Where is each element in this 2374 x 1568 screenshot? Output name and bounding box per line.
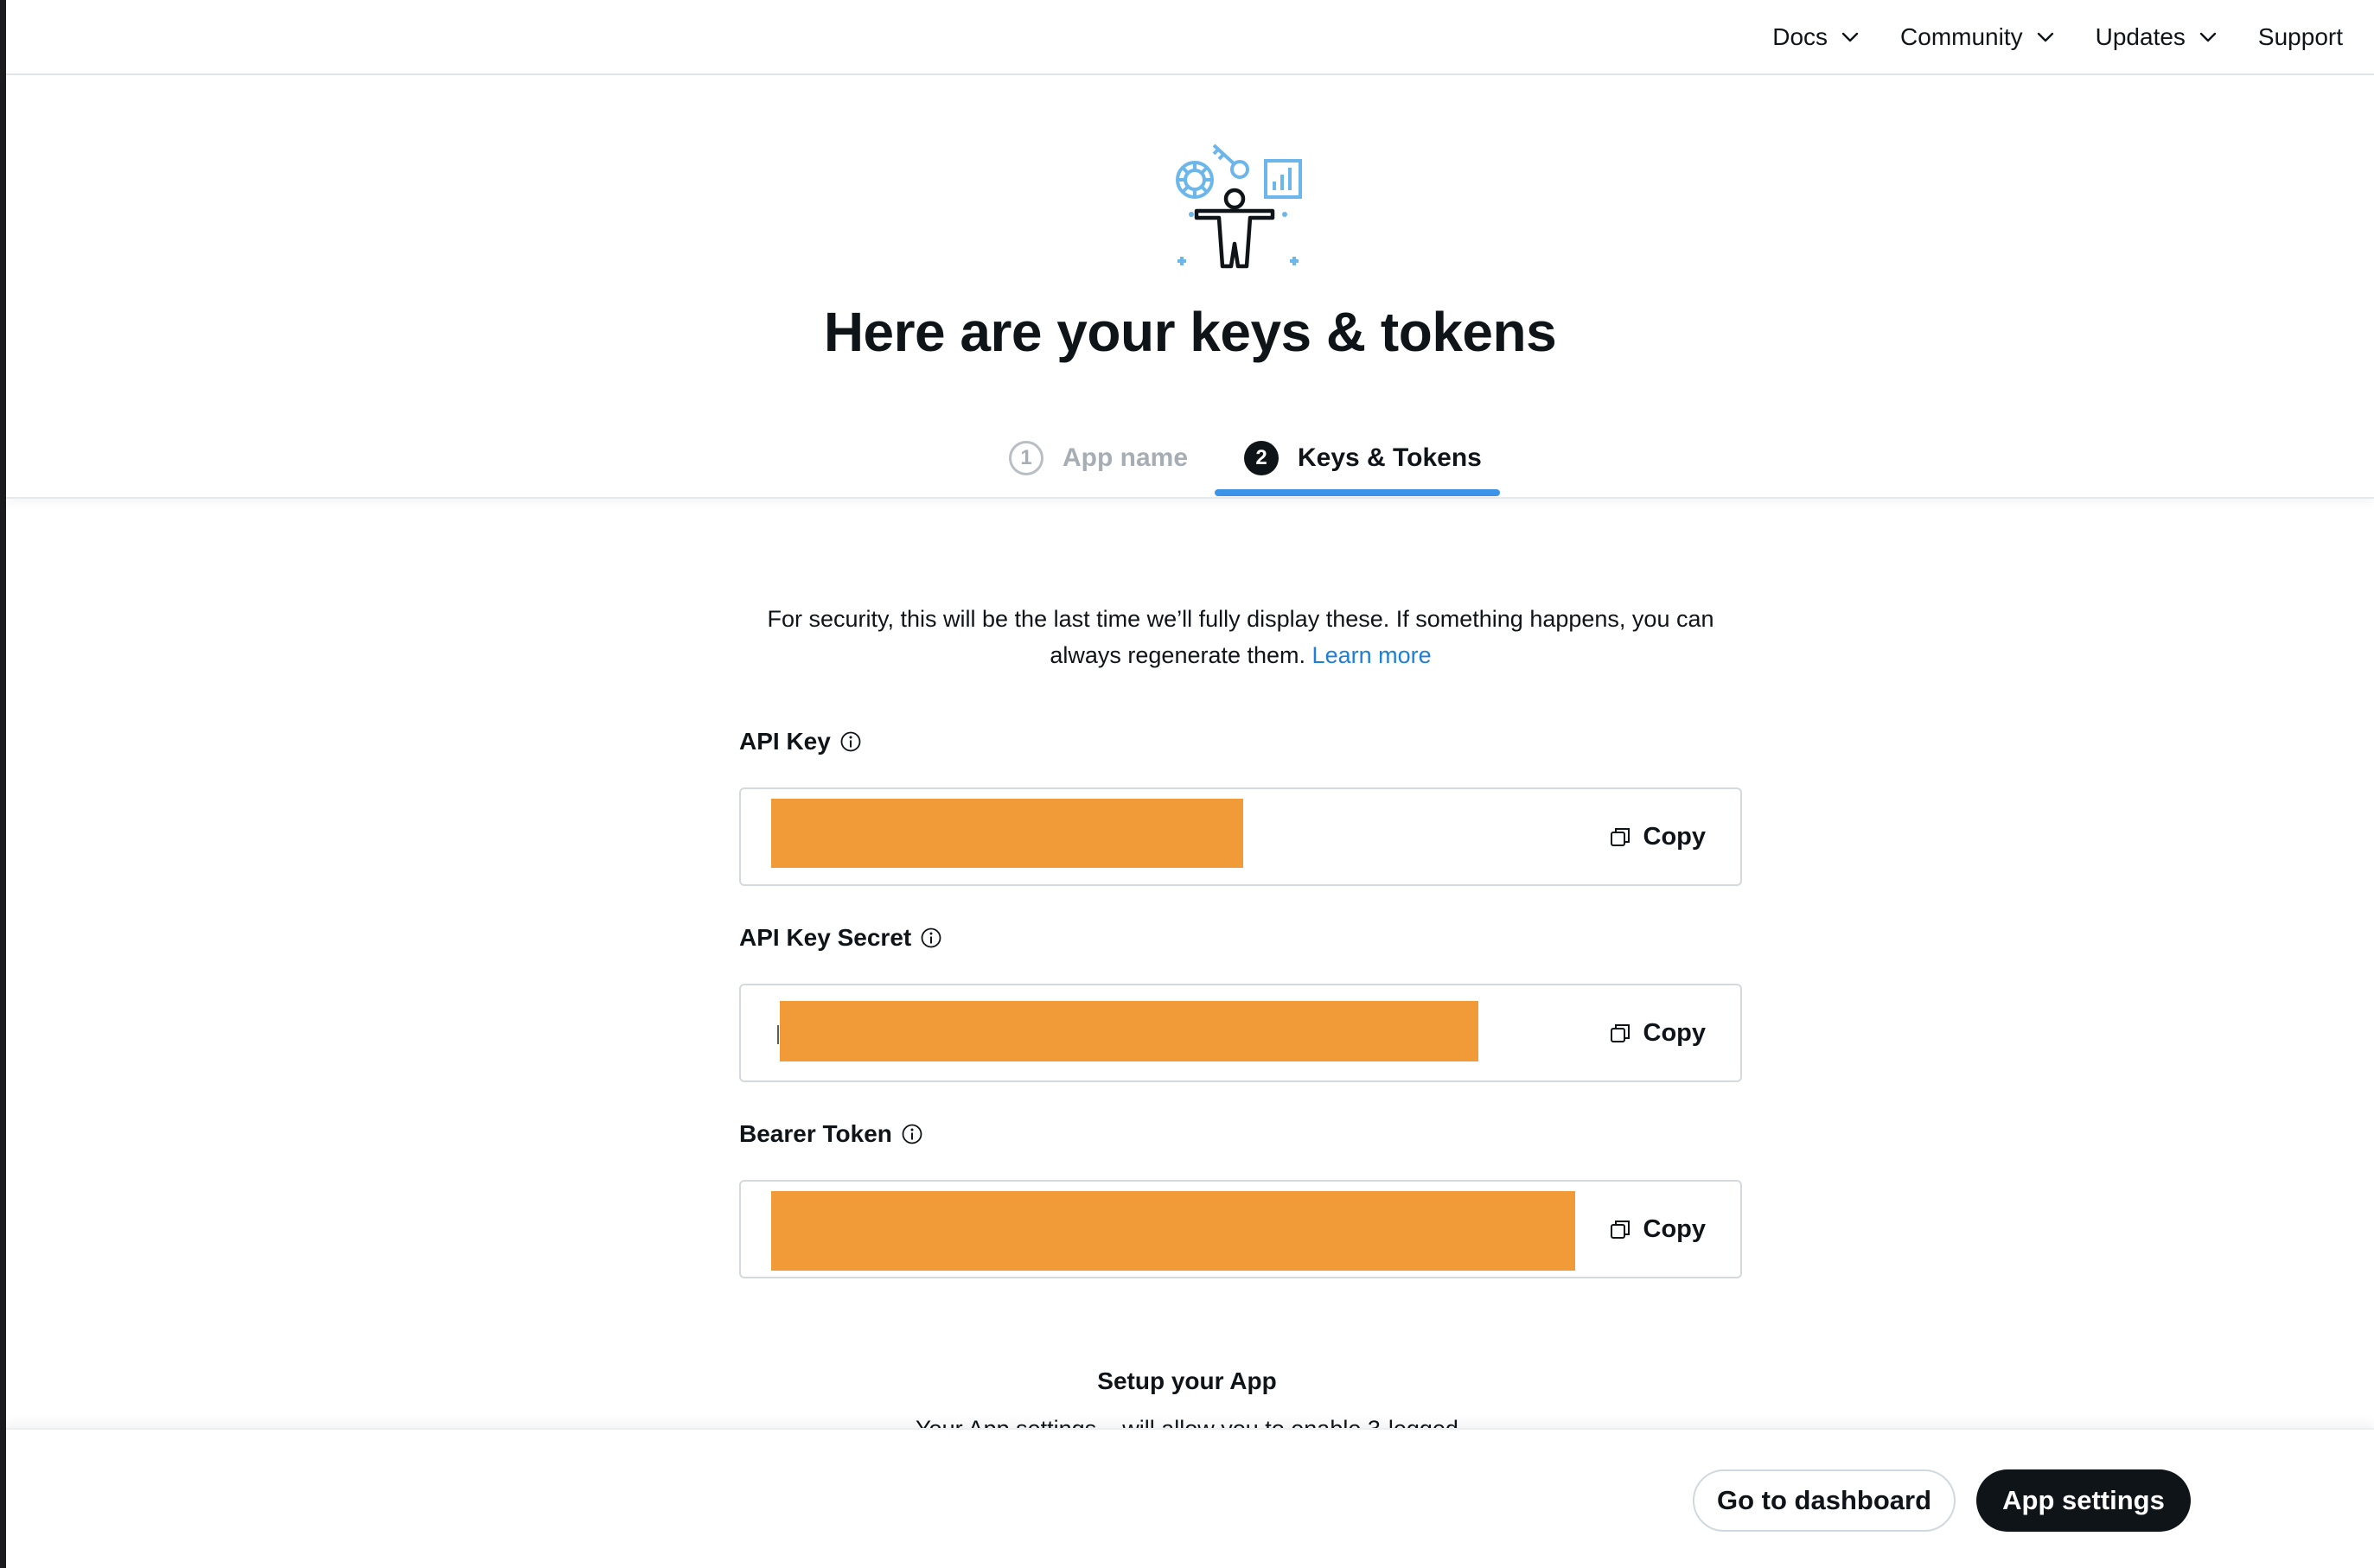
nav-updates-label: Updates (2095, 22, 2186, 50)
copy-icon (1610, 828, 1630, 846)
nav-docs[interactable]: Docs (1772, 23, 1860, 51)
info-icon[interactable] (839, 730, 862, 753)
copy-label: Copy (1643, 822, 1707, 851)
active-step-underline (1215, 489, 1500, 496)
step-app-name[interactable]: 1 App name (1009, 427, 1188, 499)
field-label-text: Bearer Token (739, 1120, 892, 1147)
step-number: 2 (1244, 440, 1279, 475)
copy-icon (1610, 1221, 1630, 1239)
step-label: App name (1063, 443, 1189, 472)
setup-app-heading: Setup your App (1097, 1367, 1277, 1394)
chevron-down-icon (2199, 32, 2217, 41)
bearer-token-field[interactable]: Copy (739, 1180, 1742, 1278)
notice-line-2: always regenerate them. (1050, 642, 1306, 668)
nav-community[interactable]: Community (1900, 23, 2056, 51)
go-to-dashboard-button[interactable]: Go to dashboard (1693, 1469, 1956, 1532)
notice-line-1: For security, this will be the last time… (767, 606, 1714, 632)
developer-keys-illustration-icon (1176, 143, 1302, 269)
page: Docs Community Updates Support Here are … (0, 0, 2374, 1568)
chevron-down-icon (2037, 32, 2053, 41)
step-label: Keys & Tokens (1298, 443, 1482, 472)
api-key-label: API Key (739, 728, 862, 755)
app-settings-button[interactable]: App settings (1976, 1469, 2191, 1532)
top-nav: Docs Community Updates Support (6, 0, 2374, 75)
chevron-down-icon (1841, 32, 1859, 41)
info-icon[interactable] (901, 1123, 923, 1145)
copy-icon (1610, 1024, 1630, 1042)
copy-label: Copy (1643, 1214, 1707, 1243)
text-caret (777, 1025, 779, 1044)
hero-section: Here are your keys & tokens 1 App name 2… (6, 75, 2374, 499)
redacted-value (771, 1191, 1575, 1271)
api-key-secret-field[interactable]: Copy (739, 984, 1742, 1082)
redacted-value (780, 1001, 1478, 1061)
learn-more-link[interactable]: Learn more (1312, 642, 1432, 668)
nav-support[interactable]: Support (2258, 23, 2343, 51)
nav-support-label: Support (2257, 22, 2343, 50)
window-edge (0, 0, 6, 1568)
copy-bearer-token-button[interactable]: Copy (1609, 1182, 1707, 1277)
step-number: 1 (1009, 440, 1043, 475)
api-key-secret-label: API Key Secret (739, 924, 942, 952)
step-keys-tokens[interactable]: 2 Keys & Tokens (1244, 427, 1482, 499)
bearer-token-label: Bearer Token (739, 1120, 923, 1148)
copy-api-key-secret-button[interactable]: Copy (1609, 985, 1707, 1080)
info-icon[interactable] (920, 927, 942, 949)
copy-label: Copy (1643, 1018, 1707, 1047)
api-key-field[interactable]: Copy (739, 787, 1742, 886)
redacted-value (771, 799, 1243, 868)
step-indicator: 1 App name 2 Keys & Tokens (6, 427, 2374, 499)
field-label-text: API Key (739, 728, 831, 755)
page-title: Here are your keys & tokens (823, 301, 1557, 363)
field-label-text: API Key Secret (739, 924, 912, 951)
copy-api-key-button[interactable]: Copy (1609, 789, 1707, 884)
security-notice: For security, this will be the last time… (692, 601, 1790, 673)
footer-action-bar: Go to dashboard App settings (6, 1428, 2374, 1568)
nav-updates[interactable]: Updates (2096, 23, 2218, 51)
nav-docs-label: Docs (1772, 22, 1828, 50)
nav-community-label: Community (1900, 22, 2023, 50)
